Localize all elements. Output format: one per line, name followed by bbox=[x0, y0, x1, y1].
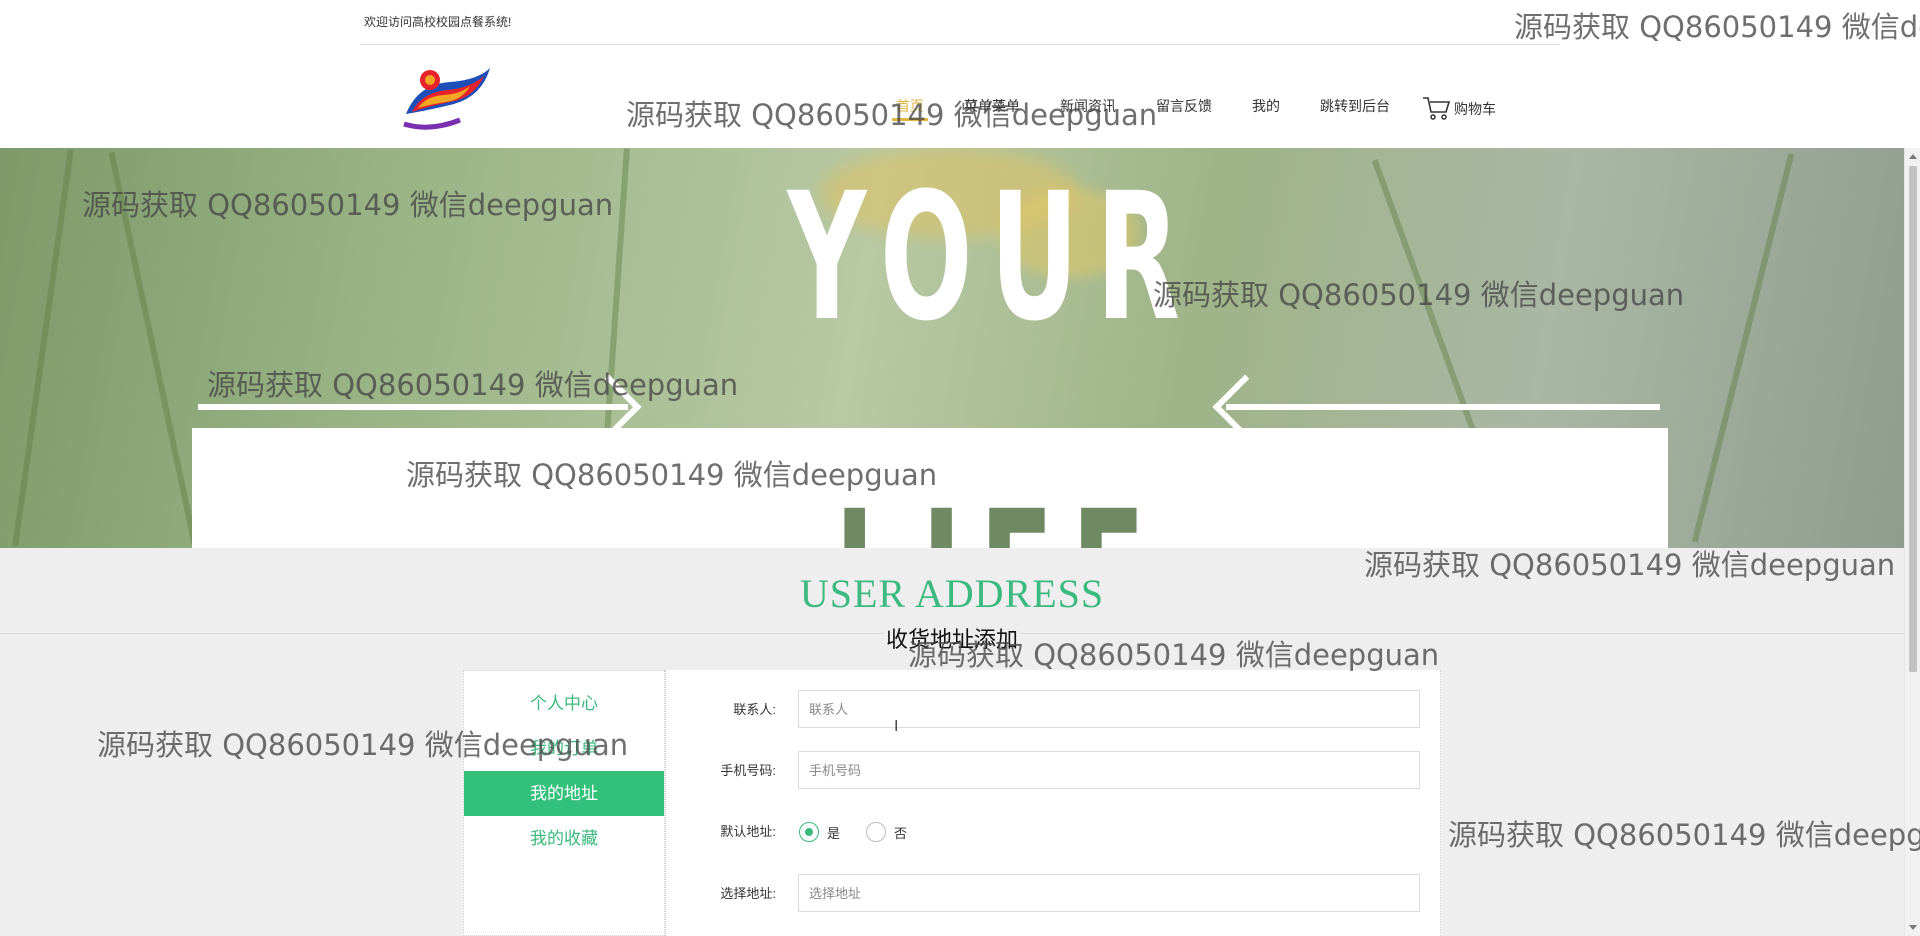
scroll-down-icon[interactable] bbox=[1909, 925, 1917, 930]
phone-row: 手机号码: bbox=[666, 751, 1442, 791]
banner-decoration bbox=[1691, 153, 1795, 543]
main-nav: 首页 菜单菜单 新闻资讯 留言反馈 我的 跳转到后台 购物车 bbox=[892, 92, 1496, 121]
sidebar-item-favorites[interactable]: 我的收藏 bbox=[464, 816, 664, 861]
banner-word-bottom: LIFE bbox=[834, 488, 1145, 549]
nav-home[interactable]: 首页 bbox=[892, 96, 928, 121]
nav-news[interactable]: 新闻资讯 bbox=[1060, 96, 1116, 116]
scroll-thumb[interactable] bbox=[1909, 166, 1917, 672]
banner-decoration bbox=[12, 149, 74, 547]
banner-word-top: YOUR bbox=[787, 155, 1198, 360]
cart-link[interactable]: 购物车 bbox=[1422, 95, 1496, 124]
nav-feedback[interactable]: 留言反馈 bbox=[1156, 96, 1212, 116]
address-input[interactable] bbox=[798, 874, 1420, 912]
phone-label: 手机号码: bbox=[720, 763, 776, 778]
text-cursor-icon: I bbox=[894, 718, 899, 735]
contact-input[interactable] bbox=[798, 690, 1420, 728]
top-header: 欢迎访问高校校园点餐系统! 首页 菜单菜单 新闻资讯 留言反馈 我的 跳转到后台 bbox=[0, 0, 1920, 148]
logo-icon[interactable] bbox=[400, 62, 494, 132]
radio-yes[interactable] bbox=[799, 822, 819, 842]
address-row: 选择地址: bbox=[666, 874, 1442, 914]
sidebar-item-address[interactable]: 我的地址 bbox=[464, 771, 664, 816]
hero-banner: YOUR LIFE bbox=[0, 148, 1904, 548]
section-subtitle-wrap: 收货地址添加 bbox=[0, 622, 1904, 654]
radio-no-label: 否 bbox=[894, 825, 908, 841]
address-form: 联系人: 手机号码: 默认地址: 是 否 选择地址: bbox=[665, 670, 1441, 936]
arrow-left-icon bbox=[1226, 404, 1660, 410]
section-subtitle: 收货地址添加 bbox=[883, 622, 1020, 654]
cart-label: 购物车 bbox=[1454, 101, 1496, 117]
page-scrollbar[interactable] bbox=[1904, 148, 1920, 936]
radio-yes-label: 是 bbox=[827, 825, 841, 841]
banner-panel: LIFE bbox=[192, 428, 1668, 548]
default-radio-group: 是 否 bbox=[799, 812, 933, 852]
nav-menu[interactable]: 菜单菜单 bbox=[964, 96, 1020, 116]
banner-decoration bbox=[108, 151, 198, 545]
default-row: 默认地址: 是 否 bbox=[666, 812, 1442, 852]
scroll-up-icon[interactable] bbox=[1909, 154, 1917, 159]
user-sidebar: 个人中心 我的订单 我的地址 我的收藏 bbox=[463, 670, 665, 936]
contact-row: 联系人: bbox=[666, 690, 1442, 730]
welcome-text: 欢迎访问高校校园点餐系统! bbox=[364, 15, 512, 29]
nav-mine[interactable]: 我的 bbox=[1252, 96, 1280, 116]
arrow-right-icon bbox=[198, 404, 628, 410]
sidebar-item-profile[interactable]: 个人中心 bbox=[464, 681, 664, 726]
section-title: USER ADDRESS bbox=[799, 571, 1105, 616]
radio-no[interactable] bbox=[866, 822, 887, 842]
watermark: 源码获取 QQ86050149 微信deepguan bbox=[1448, 818, 1920, 852]
sidebar-item-orders[interactable]: 我的订单 bbox=[464, 726, 664, 771]
cart-icon bbox=[1422, 95, 1454, 124]
contact-label: 联系人: bbox=[733, 702, 776, 717]
address-label: 选择地址: bbox=[720, 886, 776, 901]
nav-admin[interactable]: 跳转到后台 bbox=[1320, 96, 1390, 116]
header-divider bbox=[360, 44, 1560, 45]
default-label: 默认地址: bbox=[720, 824, 776, 839]
phone-input[interactable] bbox=[798, 751, 1420, 789]
